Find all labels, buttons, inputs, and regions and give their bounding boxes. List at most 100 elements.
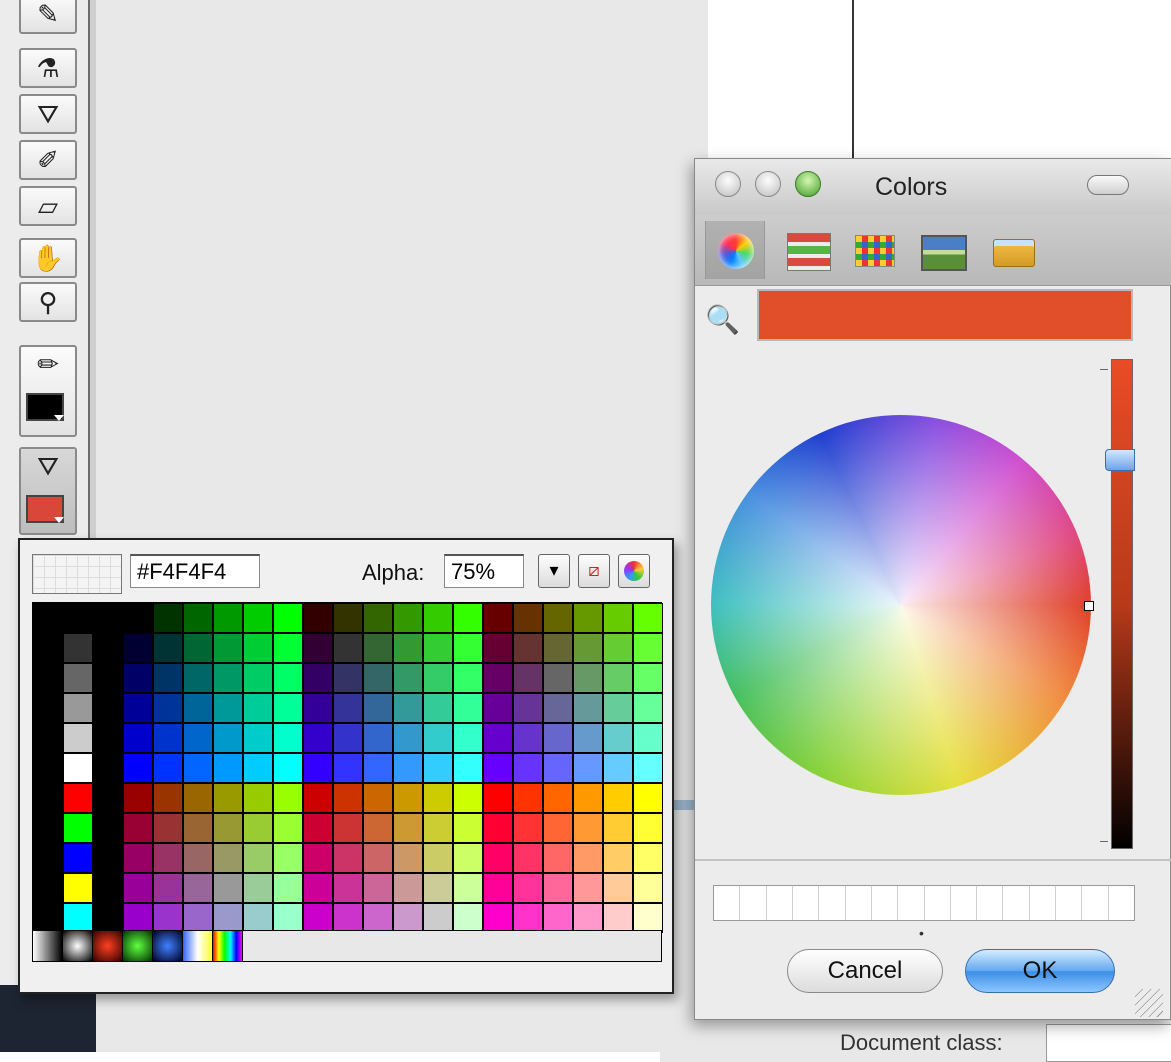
color-swatch[interactable] xyxy=(363,723,393,753)
color-swatch[interactable] xyxy=(33,603,63,633)
color-swatch[interactable] xyxy=(63,813,93,843)
minimize-button[interactable] xyxy=(755,171,781,197)
color-swatch[interactable] xyxy=(453,843,483,873)
color-swatch[interactable] xyxy=(213,663,243,693)
color-swatch[interactable] xyxy=(543,753,573,783)
color-swatch[interactable] xyxy=(33,783,63,813)
color-swatch[interactable] xyxy=(63,693,93,723)
tab-color-wheel[interactable] xyxy=(705,221,765,279)
color-swatch[interactable] xyxy=(153,693,183,723)
color-swatch[interactable] xyxy=(633,603,663,633)
color-swatch[interactable] xyxy=(423,813,453,843)
color-swatch[interactable] xyxy=(453,663,483,693)
color-swatch[interactable] xyxy=(453,783,483,813)
color-swatch[interactable] xyxy=(33,843,63,873)
color-swatch[interactable] xyxy=(273,633,303,663)
color-swatch[interactable] xyxy=(603,843,633,873)
color-swatch[interactable] xyxy=(633,753,663,783)
color-swatch[interactable] xyxy=(363,693,393,723)
color-swatch[interactable] xyxy=(453,813,483,843)
color-swatch[interactable] xyxy=(213,843,243,873)
color-swatch[interactable] xyxy=(573,873,603,903)
tab-color-palettes[interactable] xyxy=(845,221,903,279)
color-swatch[interactable] xyxy=(183,603,213,633)
eyedropper-tool-button[interactable]: ✐ xyxy=(19,140,77,180)
cancel-button[interactable]: Cancel xyxy=(787,949,943,993)
color-swatch[interactable] xyxy=(303,663,333,693)
color-swatch[interactable] xyxy=(273,693,303,723)
color-swatch[interactable] xyxy=(303,843,333,873)
favorite-swatches[interactable] xyxy=(713,885,1135,921)
color-swatch[interactable] xyxy=(93,633,123,663)
color-swatch[interactable] xyxy=(483,903,513,933)
color-swatch[interactable] xyxy=(603,723,633,753)
color-swatch[interactable] xyxy=(543,813,573,843)
color-swatch[interactable] xyxy=(393,873,423,903)
color-swatch[interactable] xyxy=(513,603,543,633)
color-swatch[interactable] xyxy=(393,903,423,933)
color-swatch[interactable] xyxy=(453,903,483,933)
color-swatch[interactable] xyxy=(93,843,123,873)
color-swatch[interactable] xyxy=(513,633,543,663)
color-swatch[interactable] xyxy=(363,753,393,783)
color-swatch[interactable] xyxy=(423,903,453,933)
color-swatch[interactable] xyxy=(63,603,93,633)
color-swatch[interactable] xyxy=(183,663,213,693)
color-swatch[interactable] xyxy=(543,783,573,813)
color-swatch[interactable] xyxy=(33,693,63,723)
color-swatch[interactable] xyxy=(303,813,333,843)
color-swatch[interactable] xyxy=(273,783,303,813)
color-swatch[interactable] xyxy=(573,783,603,813)
color-swatch[interactable] xyxy=(543,663,573,693)
color-swatch[interactable] xyxy=(153,813,183,843)
color-swatch[interactable] xyxy=(93,873,123,903)
color-swatch[interactable] xyxy=(333,813,363,843)
color-swatch[interactable] xyxy=(93,693,123,723)
color-wheel[interactable] xyxy=(711,415,1091,795)
color-swatch[interactable] xyxy=(243,633,273,663)
color-swatch[interactable] xyxy=(513,663,543,693)
color-swatch[interactable] xyxy=(63,783,93,813)
color-swatch[interactable] xyxy=(333,903,363,933)
color-swatch[interactable] xyxy=(513,693,543,723)
color-swatch[interactable] xyxy=(63,873,93,903)
fill-color-button[interactable] xyxy=(26,495,64,523)
color-swatch[interactable] xyxy=(33,723,63,753)
color-swatch[interactable] xyxy=(453,723,483,753)
color-swatch[interactable] xyxy=(123,663,153,693)
color-swatch[interactable] xyxy=(153,843,183,873)
color-swatch[interactable] xyxy=(303,783,333,813)
current-color-well[interactable] xyxy=(757,289,1133,341)
color-swatch[interactable] xyxy=(513,843,543,873)
color-swatch[interactable] xyxy=(483,813,513,843)
color-swatch[interactable] xyxy=(423,783,453,813)
color-swatch[interactable] xyxy=(33,903,63,933)
color-swatch[interactable] xyxy=(513,753,543,783)
color-swatch[interactable] xyxy=(213,813,243,843)
color-swatch[interactable] xyxy=(63,633,93,663)
color-swatch[interactable] xyxy=(423,843,453,873)
color-swatch[interactable] xyxy=(603,873,633,903)
color-swatch[interactable] xyxy=(363,663,393,693)
color-swatch[interactable] xyxy=(543,603,573,633)
color-swatch[interactable] xyxy=(243,813,273,843)
color-swatch[interactable] xyxy=(363,633,393,663)
color-swatch[interactable] xyxy=(93,663,123,693)
color-swatch[interactable] xyxy=(243,903,273,933)
color-swatch[interactable] xyxy=(63,753,93,783)
gradient-swatch[interactable] xyxy=(153,931,183,961)
color-swatch[interactable] xyxy=(393,603,423,633)
color-swatch[interactable] xyxy=(393,633,423,663)
color-swatch[interactable] xyxy=(93,723,123,753)
color-swatch[interactable] xyxy=(333,873,363,903)
color-swatch[interactable] xyxy=(453,633,483,663)
color-swatch[interactable] xyxy=(543,843,573,873)
color-swatch[interactable] xyxy=(63,903,93,933)
color-swatch[interactable] xyxy=(153,903,183,933)
close-button[interactable] xyxy=(715,171,741,197)
title-bar[interactable]: Colors xyxy=(695,159,1171,215)
color-swatch[interactable] xyxy=(213,693,243,723)
color-swatch[interactable] xyxy=(483,603,513,633)
color-swatch[interactable] xyxy=(393,753,423,783)
color-swatch[interactable] xyxy=(213,873,243,903)
